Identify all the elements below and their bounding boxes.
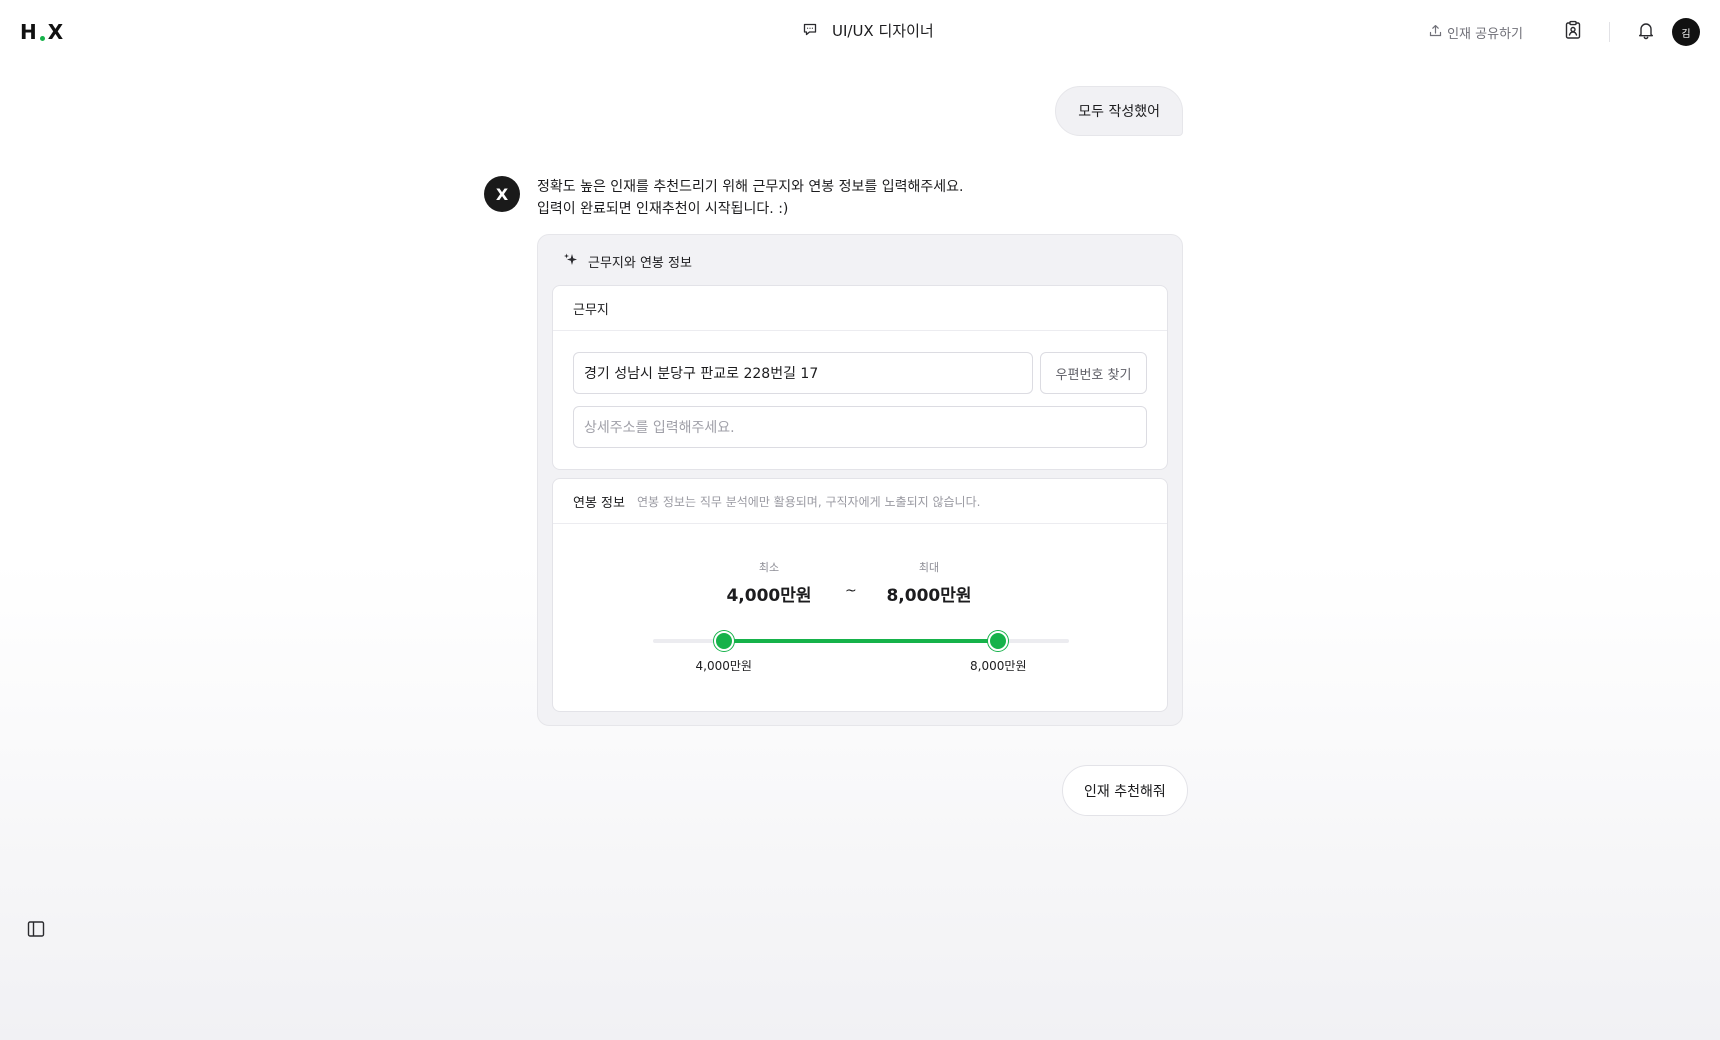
bot-message-line: 입력이 완료되면 인재추천이 시작됩니다. :): [537, 201, 789, 217]
sparkle-icon: [563, 252, 578, 271]
salary-max-label: 최대: [918, 561, 940, 574]
range-separator: ~: [845, 583, 857, 599]
slider-max-thumb[interactable]: [988, 631, 1009, 651]
bot-avatar: X: [484, 176, 520, 212]
recommend-talent-button[interactable]: 인재 추천해줘: [1062, 765, 1188, 816]
salary-hint: 연봉 정보는 직무 분석에만 활용되며, 구직자에게 노출되지 않습니다.: [636, 494, 981, 509]
user-message-bubble: 모두 작성했어: [1055, 86, 1183, 136]
page-title-text: UI/UX 디자이너: [832, 22, 934, 40]
clipboard-user-button[interactable]: [1559, 18, 1587, 46]
bell-icon: [1636, 20, 1656, 44]
find-zipcode-button[interactable]: 우편번호 찾기: [1040, 352, 1147, 394]
workplace-title-text: 근무지: [573, 302, 609, 318]
sidebar-toggle-button[interactable]: [26, 919, 46, 939]
salary-title-text: 연봉 정보: [573, 495, 625, 511]
chat-bubble-icon: [802, 21, 818, 41]
slider-min-thumb-label: 4,000만원: [695, 659, 752, 673]
sidebar-panel-icon: [26, 921, 46, 943]
salary-panel: 연봉 정보 연봉 정보는 직무 분석에만 활용되며, 구직자에게 노출되지 않습…: [552, 478, 1168, 712]
salary-title: 연봉 정보 연봉 정보는 직무 분석에만 활용되며, 구직자에게 노출되지 않습…: [553, 479, 1167, 524]
slider-max-thumb-label: 8,000만원: [970, 659, 1027, 673]
logo-left: H: [20, 20, 38, 44]
salary-min-value: 4,000만원: [726, 586, 812, 606]
salary-range-slider[interactable]: 4,000만원 8,000만원: [653, 631, 1069, 673]
bot-message-line: 정확도 높은 인재를 추천드리기 위해 근무지와 연봉 정보를 입력해주세요.: [537, 179, 964, 195]
page-title: UI/UX 디자이너: [802, 20, 934, 41]
slider-fill: [723, 639, 999, 643]
user-avatar[interactable]: 김: [1672, 18, 1700, 46]
clipboard-user-icon: [1563, 20, 1583, 44]
detail-address-field[interactable]: 상세주소를 입력해주세요.: [573, 406, 1147, 448]
header-actions: 인재 공유하기 김: [1429, 18, 1700, 46]
logo[interactable]: H X: [20, 20, 65, 44]
salary-max-display: 최대 8,000만원: [885, 559, 973, 606]
address-field[interactable]: 경기 성남시 분당구 판교로 228번길 17: [573, 352, 1033, 394]
workplace-panel: 근무지 경기 성남시 분당구 판교로 228번길 17 우편번호 찾기 상세주소…: [552, 285, 1168, 470]
card-title: 근무지와 연봉 정보: [588, 256, 692, 271]
top-header: H X UI/UX 디자이너 인재 공유하기 김: [0, 0, 1720, 64]
salary-max-value: 8,000만원: [886, 586, 972, 606]
workplace-salary-card: 근무지와 연봉 정보 근무지 경기 성남시 분당구 판교로 228번길 17 우…: [537, 234, 1183, 726]
share-talent-button[interactable]: 인재 공유하기: [1429, 23, 1523, 42]
logo-dot: [39, 35, 45, 41]
notifications-button[interactable]: [1632, 18, 1660, 46]
workplace-title: 근무지: [553, 286, 1167, 331]
header-divider: [1609, 22, 1610, 42]
salary-min-label: 최소: [758, 561, 780, 574]
slider-min-thumb[interactable]: [713, 631, 734, 651]
share-talent-label: 인재 공유하기: [1447, 26, 1523, 42]
card-header: 근무지와 연봉 정보: [563, 252, 692, 271]
bot-message: 정확도 높은 인재를 추천드리기 위해 근무지와 연봉 정보를 입력해주세요. …: [537, 176, 963, 220]
logo-right: X: [47, 20, 65, 44]
salary-min-display: 최소 4,000만원: [725, 559, 813, 606]
upload-icon: [1429, 24, 1442, 41]
